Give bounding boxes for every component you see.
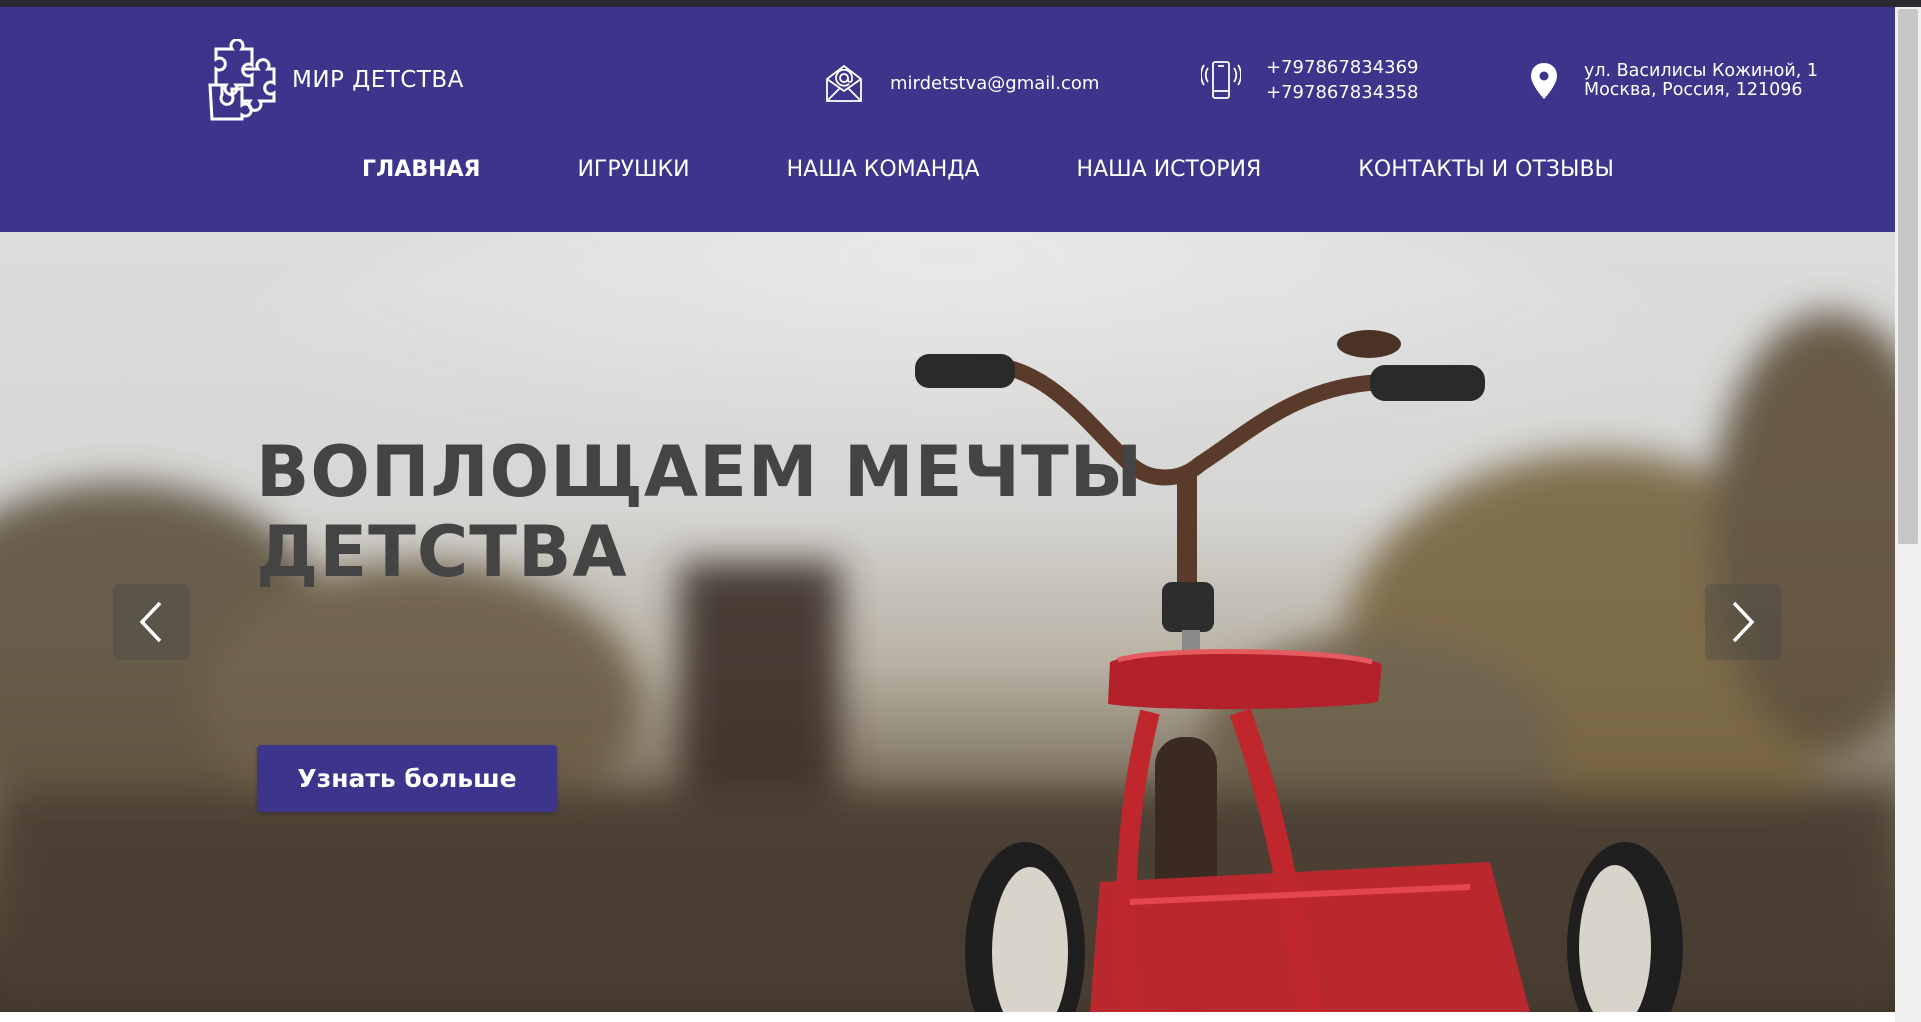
- red-tricycle-photo: [0, 232, 1895, 1012]
- contact-phones[interactable]: +797867834369 +797867834358: [1200, 55, 1419, 105]
- browser-top-strip: [0, 0, 1921, 7]
- main-nav: ГЛАВНАЯ ИГРУШКИ НАША КОМАНДА НАША ИСТОРИ…: [362, 157, 1614, 182]
- site-header: МИР ДЕТСТВА mirdetstva@gmail.com +797867…: [0, 7, 1895, 232]
- chevron-left-icon: [139, 601, 162, 643]
- phone-number-1[interactable]: +797867834369: [1266, 55, 1419, 80]
- nav-item-contacts[interactable]: КОНТАКТЫ И ОТЗЫВЫ: [1358, 157, 1614, 182]
- hero-title-line-1: ВОПЛОЩАЕМ МЕЧТЫ: [256, 431, 1144, 513]
- contact-email[interactable]: mirdetstva@gmail.com: [824, 61, 1099, 105]
- logo-text: МИР ДЕТСТВА: [292, 66, 464, 93]
- chevron-right-icon: [1732, 601, 1755, 643]
- map-pin-icon: [1526, 59, 1562, 103]
- hero-title-line-2: ДЕТСТВА: [256, 511, 628, 593]
- nav-item-toys[interactable]: ИГРУШКИ: [577, 157, 689, 182]
- page-bottom-edge: [0, 1012, 1895, 1022]
- envelope-icon: [824, 61, 864, 105]
- hero-title: ВОПЛОЩАЕМ МЕЧТЫ ДЕТСТВА: [256, 432, 1156, 592]
- phone-number-2[interactable]: +797867834358: [1266, 80, 1419, 105]
- hero-slider: ВОПЛОЩАЕМ МЕЧТЫ ДЕТСТВА Узнать больше: [0, 232, 1895, 1012]
- site-logo[interactable]: МИР ДЕТСТВА: [202, 37, 464, 122]
- page-scrollbar[interactable]: [1895, 7, 1921, 1022]
- address-line-2: Москва, Россия, 121096: [1584, 80, 1803, 100]
- address-line-1: ул. Василисы Кожиной, 1: [1584, 61, 1819, 81]
- slider-prev-button[interactable]: [113, 584, 189, 660]
- contact-address: ул. Василисы Кожиной, 1 Москва, Россия, …: [1526, 59, 1818, 103]
- scrollbar-thumb[interactable]: [1898, 9, 1918, 544]
- nav-item-history[interactable]: НАША ИСТОРИЯ: [1077, 157, 1262, 182]
- email-text[interactable]: mirdetstva@gmail.com: [890, 71, 1099, 96]
- slider-next-button[interactable]: [1705, 584, 1781, 660]
- phone-icon: [1200, 55, 1242, 105]
- nav-item-home[interactable]: ГЛАВНАЯ: [362, 157, 480, 182]
- nav-item-team[interactable]: НАША КОМАНДА: [787, 157, 980, 182]
- learn-more-button[interactable]: Узнать больше: [257, 745, 557, 812]
- puzzle-icon: [208, 38, 276, 120]
